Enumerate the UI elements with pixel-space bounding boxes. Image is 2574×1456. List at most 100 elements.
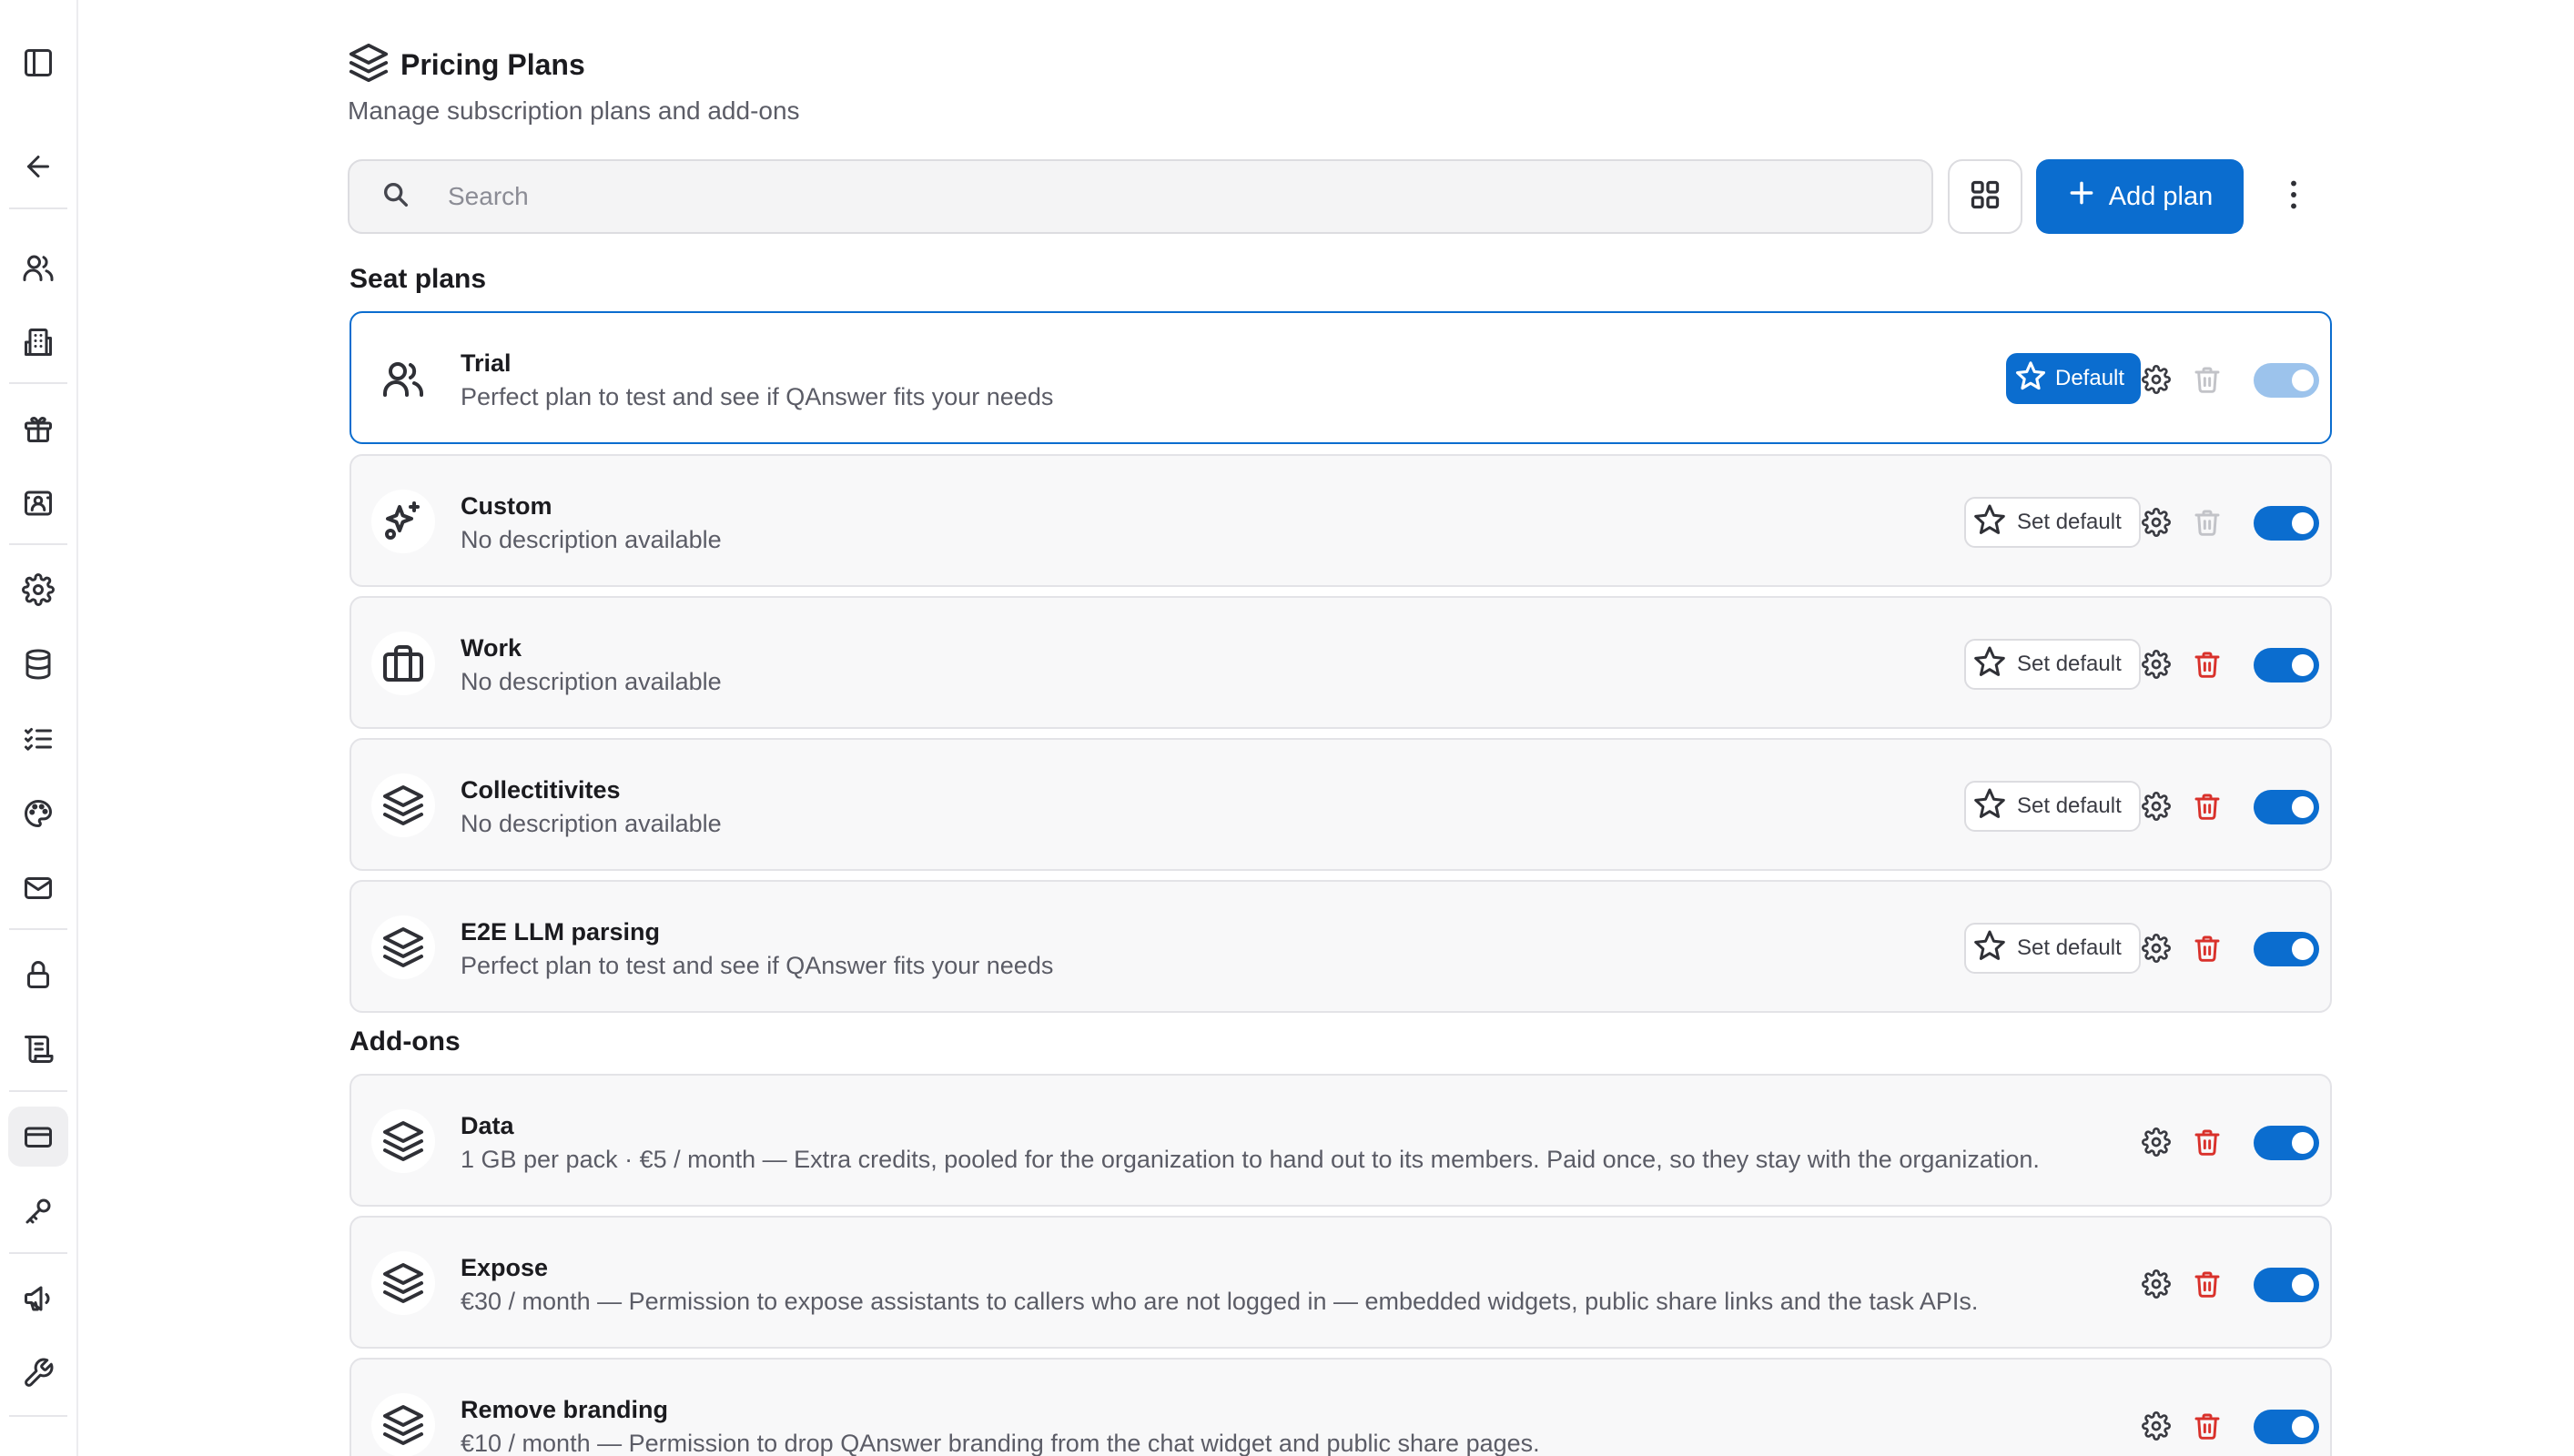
back-arrow-icon[interactable] [8,136,68,197]
lock-icon[interactable] [8,945,68,1005]
add-plan-label: Add plan [2108,181,2214,211]
search-bar[interactable] [348,159,1933,234]
star-icon [1973,787,2006,826]
addon-card-expose[interactable]: Expose €30 / month — Permission to expos… [350,1216,2332,1349]
addon-card-data[interactable]: Data 1 GB per pack · €5 / month — Extra … [350,1074,2332,1207]
plan-card-e2e-llm-parsing[interactable]: E2E LLM parsing Perfect plan to test and… [350,880,2332,1013]
layers-icon [371,915,435,979]
settings-gear-icon[interactable] [2141,649,2172,680]
addon-description: €30 / month — Permission to expose assis… [461,1288,1979,1315]
toggle-sidebar-icon[interactable] [8,33,68,93]
settings-gear-icon[interactable] [2141,507,2172,538]
plan-description: No description available [461,810,722,837]
plan-enabled-toggle[interactable] [2254,363,2319,398]
sidebar-divider [9,1090,67,1092]
sparkles-icon [371,490,435,553]
delete-trash-icon[interactable] [2192,1126,2223,1158]
toggle-knob [2292,512,2314,534]
page-title: Pricing Plans [400,48,585,81]
delete-trash-icon[interactable] [2192,1410,2223,1442]
delete-trash-icon [2192,506,2223,539]
sidebar [0,0,78,1456]
grid-view-button[interactable] [1948,159,2022,234]
set-default-label: Set default [2017,935,2122,960]
layers-icon [371,1393,435,1456]
addon-card-remove-branding[interactable]: Remove branding €10 / month — Permission… [350,1358,2332,1456]
addon-name: Data [461,1112,514,1139]
plan-card-custom[interactable]: Custom No description available Set defa… [350,454,2332,587]
settings-gear-icon[interactable] [2141,364,2172,395]
page-subtitle: Manage subscription plans and add-ons [348,96,800,125]
search-input[interactable] [448,182,1813,211]
set-default-button[interactable]: Set default [1964,639,2141,690]
gift-icon[interactable] [8,399,68,459]
plus-icon [2067,178,2096,215]
settings-gear-icon[interactable] [2141,933,2172,964]
plan-enabled-toggle[interactable] [2254,932,2319,966]
credit-card-icon[interactable] [8,1107,68,1167]
settings-gear-icon[interactable] [2141,791,2172,822]
palette-icon[interactable] [8,784,68,844]
set-default-label: Set default [2017,794,2122,818]
add-plan-button[interactable]: Add plan [2036,159,2244,234]
plan-enabled-toggle[interactable] [2254,648,2319,682]
set-default-label: Set default [2017,652,2122,676]
toggle-knob [2292,938,2314,960]
plan-description: Perfect plan to test and see if QAnswer … [461,952,1054,979]
sidebar-divider [9,928,67,930]
wrench-icon[interactable] [8,1343,68,1403]
set-default-button[interactable]: Set default [1964,497,2141,548]
addon-description: 1 GB per pack · €5 / month — Extra credi… [461,1146,2040,1173]
default-badge[interactable]: Default [2006,353,2141,404]
toggle-knob [2292,654,2314,676]
plan-name: Trial [461,349,512,377]
addon-enabled-toggle[interactable] [2254,1126,2319,1160]
addon-description: €10 / month — Permission to drop QAnswer… [461,1430,1540,1456]
gear-icon[interactable] [8,560,68,620]
toggle-knob [2292,1416,2314,1438]
users-icon[interactable] [8,238,68,298]
scroll-icon[interactable] [8,1019,68,1079]
set-default-button[interactable]: Set default [1964,781,2141,832]
sidebar-divider [9,1415,67,1417]
set-default-button[interactable]: Set default [1964,923,2141,974]
key-icon[interactable] [8,1181,68,1241]
star-icon [1973,929,2006,968]
toggle-knob [2292,369,2314,391]
id-card-icon[interactable] [8,473,68,533]
star-icon [1973,503,2006,542]
delete-trash-icon[interactable] [2192,648,2223,681]
star-icon [1973,645,2006,684]
database-icon[interactable] [8,634,68,694]
settings-gear-icon[interactable] [2141,1410,2172,1441]
layers-icon [371,1251,435,1315]
delete-trash-icon[interactable] [2192,790,2223,823]
briefcase-icon [371,632,435,695]
plan-enabled-toggle[interactable] [2254,790,2319,824]
organization-icon[interactable] [8,312,68,372]
checklist-icon[interactable] [8,709,68,769]
delete-trash-icon[interactable] [2192,932,2223,965]
delete-trash-icon[interactable] [2192,1268,2223,1300]
plan-card-collectitivites[interactable]: Collectitivites No description available… [350,738,2332,871]
toggle-knob [2292,1274,2314,1296]
plan-card-work[interactable]: Work No description available Set defaul… [350,596,2332,729]
default-badge-label: Default [2055,366,2125,390]
plan-name: E2E LLM parsing [461,918,661,945]
mail-icon[interactable] [8,858,68,918]
plan-card-trial[interactable]: Trial Perfect plan to test and see if QA… [350,311,2332,444]
grid-icon [1969,178,2001,216]
settings-gear-icon[interactable] [2141,1269,2172,1299]
layers-icon [371,1109,435,1173]
seat-plans-heading: Seat plans [350,264,487,294]
addon-enabled-toggle[interactable] [2254,1268,2319,1302]
more-options-button[interactable] [2266,168,2321,225]
megaphone-icon[interactable] [8,1269,68,1329]
plan-enabled-toggle[interactable] [2254,506,2319,541]
star-icon [2015,360,2046,398]
addon-enabled-toggle[interactable] [2254,1410,2319,1444]
plan-description: No description available [461,526,722,553]
plan-description: Perfect plan to test and see if QAnswer … [461,383,1054,410]
delete-trash-icon [2192,363,2223,396]
settings-gear-icon[interactable] [2141,1127,2172,1158]
